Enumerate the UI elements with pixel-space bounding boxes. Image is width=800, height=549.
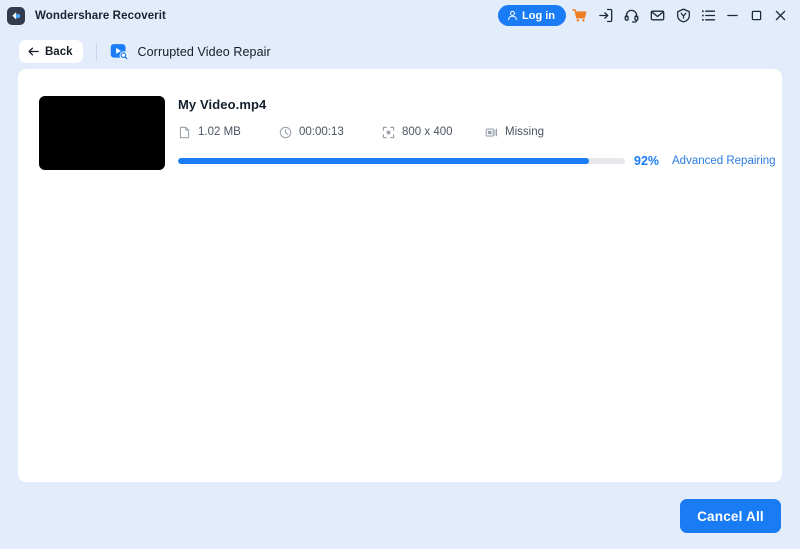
back-button-label: Back (45, 45, 73, 58)
back-button[interactable]: Back (19, 40, 83, 63)
progress-percent-label: 92% (634, 154, 660, 168)
arrow-left-icon (28, 47, 39, 56)
meta-file-size: 1.02 MB (178, 126, 279, 139)
file-name: My Video.mp4 (178, 97, 267, 112)
content-card: My Video.mp4 1.02 MB 00:00:13 800 x 400 … (18, 69, 782, 482)
user-icon (508, 10, 517, 21)
shield-badge-icon[interactable] (670, 4, 696, 28)
meta-resolution: 800 x 400 (382, 126, 485, 139)
wondershare-logo-icon (7, 6, 25, 25)
meta-video-status-value: Missing (505, 126, 544, 138)
title-bar: Wondershare Recoverit Log in (0, 0, 800, 31)
resolution-expand-icon (382, 126, 395, 138)
file-repair-row: My Video.mp4 1.02 MB 00:00:13 800 x 400 … (39, 96, 776, 170)
breadcrumb-divider (95, 43, 97, 60)
meta-video-status: Missing (485, 126, 544, 139)
file-document-icon (179, 126, 190, 138)
app-title: Wondershare Recoverit (35, 9, 166, 22)
video-thumbnail[interactable] (39, 96, 165, 170)
file-meta-row: 1.02 MB 00:00:13 800 x 400 Missing (178, 125, 766, 139)
breadcrumb: Back Corrupted Video Repair (0, 38, 800, 65)
close-icon[interactable] (768, 4, 792, 28)
progress-bar-track (178, 158, 625, 164)
meta-duration: 00:00:13 (279, 126, 382, 139)
video-frame-icon (485, 127, 498, 137)
video-repair-icon (110, 44, 128, 60)
sign-in-arrow-icon[interactable] (592, 4, 618, 28)
progress-bar-fill (178, 158, 590, 164)
meta-file-size-value: 1.02 MB (198, 126, 241, 138)
module-title: Corrupted Video Repair (137, 44, 271, 59)
cancel-all-button[interactable]: Cancel All (680, 499, 781, 533)
headset-support-icon[interactable] (618, 4, 644, 28)
cart-icon[interactable] (566, 4, 592, 28)
maximize-icon[interactable] (744, 4, 768, 28)
minimize-icon[interactable] (720, 4, 744, 28)
menu-list-icon[interactable] (696, 4, 720, 28)
meta-duration-value: 00:00:13 (299, 126, 344, 138)
file-details: My Video.mp4 1.02 MB 00:00:13 800 x 400 … (178, 96, 776, 168)
repair-progress-row: 92% Advanced Repairing (178, 154, 776, 168)
mail-icon[interactable] (644, 4, 670, 28)
advanced-repairing-link[interactable]: Advanced Repairing (672, 155, 776, 167)
meta-resolution-value: 800 x 400 (402, 126, 453, 138)
login-button[interactable]: Log in (498, 5, 566, 26)
clock-icon (279, 126, 292, 138)
login-button-label: Log in (522, 9, 555, 22)
